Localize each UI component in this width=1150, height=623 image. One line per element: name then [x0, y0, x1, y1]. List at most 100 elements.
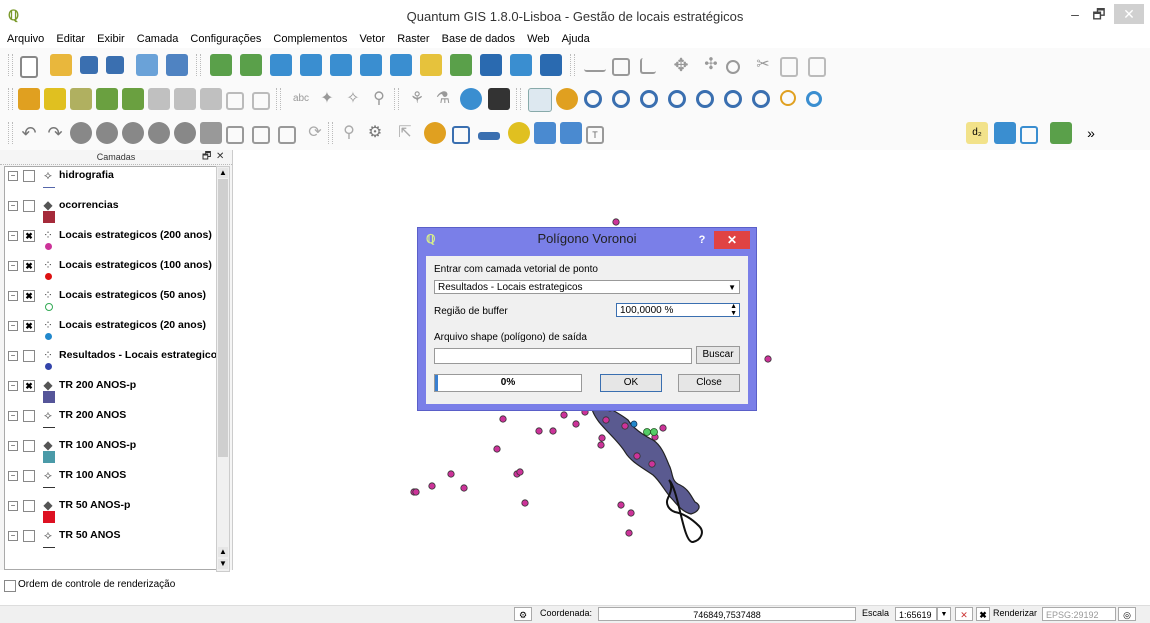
layer-visibility-checkbox[interactable]: ✖ [23, 320, 35, 332]
save-project-icon[interactable] [80, 56, 98, 74]
layer-visibility-checkbox[interactable] [23, 350, 35, 362]
label-tool-icon[interactable]: abc [290, 88, 312, 110]
plugin-postgis-icon[interactable] [994, 122, 1016, 144]
digitize-tool-5-icon[interactable] [174, 122, 196, 144]
text-annotation-icon[interactable]: T [586, 126, 604, 144]
move-feature-icon[interactable]: ✥ [670, 54, 692, 76]
layer-visibility-checkbox[interactable] [23, 200, 35, 212]
collapse-icon[interactable]: − [8, 441, 18, 451]
run-feature-action-icon[interactable]: ⚙ [364, 122, 386, 144]
composer-manager-icon[interactable] [166, 54, 188, 76]
layer-visibility-checkbox[interactable] [23, 410, 35, 422]
menu-web[interactable]: Web [527, 30, 549, 48]
layer-item[interactable]: − ◆ TR 50 ANOS-p [5, 497, 215, 527]
scroll-thumb[interactable] [218, 179, 228, 457]
digitize-tool-2-icon[interactable] [96, 122, 118, 144]
mouse-pointer-icon[interactable]: ⚙ [514, 607, 532, 621]
digitize-tool-1-icon[interactable] [70, 122, 92, 144]
print-composer-icon[interactable] [136, 54, 158, 76]
output-file-input[interactable] [434, 348, 692, 364]
new-spatialite-layer-icon[interactable] [510, 54, 532, 76]
pin-labels-icon[interactable]: ✦ [316, 88, 338, 110]
identify-features-icon[interactable]: ⚲ [338, 122, 360, 144]
collapse-icon[interactable]: − [8, 351, 18, 361]
layer-visibility-checkbox[interactable] [23, 530, 35, 542]
digitize-tool-9-icon[interactable] [278, 126, 296, 144]
scroll-down-icon[interactable]: ▼ [218, 559, 228, 569]
zoom-in-icon[interactable] [584, 90, 602, 108]
toolbar-grip[interactable] [196, 54, 201, 76]
layer-item[interactable]: − ◆ TR 100 ANOS-p [5, 437, 215, 467]
layer-item[interactable]: − ✖ ⁘ Locais estrategicos (50 anos) [5, 287, 215, 317]
select-features-icon[interactable]: ⇱ [394, 122, 416, 144]
new-project-icon[interactable] [20, 56, 38, 78]
layer-tool-icon[interactable] [70, 88, 92, 110]
add-postgis-layer-icon[interactable] [270, 54, 292, 76]
layer-visibility-checkbox[interactable] [23, 500, 35, 512]
pan-map-icon[interactable] [528, 88, 552, 112]
add-delimited-text-icon[interactable] [450, 54, 472, 76]
menu-base-de-dados[interactable]: Base de dados [442, 30, 515, 48]
collapse-icon[interactable]: − [8, 471, 18, 481]
zoom-out-icon[interactable] [612, 90, 630, 108]
toolbar-grip[interactable] [276, 88, 281, 110]
scale-value[interactable]: 1:65619 [895, 607, 937, 621]
delete-selected-icon[interactable] [726, 60, 740, 74]
deselect-features-icon[interactable] [424, 122, 446, 144]
digitize-tool-10-icon[interactable]: ⟳ [304, 122, 326, 144]
menu-camada[interactable]: Camada [137, 30, 179, 48]
layers-scrollbar[interactable]: ▲ ▲ ▼ [216, 166, 230, 572]
menu-complementos[interactable]: Complementos [273, 30, 347, 48]
plugin-vector-icon[interactable] [1020, 126, 1038, 144]
layer-item[interactable]: − ⟡ TR 100 ANOS [5, 467, 215, 497]
vector-tool-6-icon[interactable] [226, 92, 244, 110]
attribute-table-icon[interactable] [452, 126, 470, 144]
scroll-up-icon[interactable]: ▲ [218, 547, 228, 557]
measure-line-icon[interactable] [478, 132, 500, 140]
layer-item[interactable]: − ⟡ TR 200 ANOS [5, 407, 215, 437]
toolbar-grip[interactable] [516, 88, 521, 110]
layer-visibility-checkbox[interactable] [23, 170, 35, 182]
cut-features-icon[interactable]: ✂ [752, 54, 774, 76]
layer-visibility-checkbox[interactable] [23, 470, 35, 482]
messages-icon[interactable]: ◎ [1118, 607, 1136, 621]
vector-tool-4-icon[interactable] [174, 88, 196, 110]
add-wcs-layer-icon[interactable] [390, 54, 412, 76]
add-spatialite-layer-icon[interactable] [300, 54, 322, 76]
vector-tool-5-icon[interactable] [200, 88, 222, 110]
redo-icon[interactable]: ↷ [44, 122, 66, 144]
minimize-button[interactable]: – [1064, 4, 1086, 24]
zoom-last-icon[interactable] [752, 90, 770, 108]
vector-tool-1-icon[interactable] [96, 88, 118, 110]
raster-tool-3-icon[interactable] [488, 88, 510, 110]
collapse-icon[interactable]: − [8, 261, 18, 271]
new-bookmark-icon[interactable] [534, 122, 556, 144]
toggle-editing-icon[interactable] [584, 60, 606, 72]
toolbar-grip[interactable] [8, 54, 13, 76]
zoom-to-selection-icon[interactable] [668, 90, 686, 108]
scale-dropdown-icon[interactable]: ▼ [937, 607, 951, 621]
layer-item[interactable]: − ✖ ◆ TR 200 ANOS-p [5, 377, 215, 407]
stop-rendering-icon[interactable]: ✕ [955, 607, 973, 621]
add-wms-layer-icon[interactable] [360, 54, 382, 76]
remove-layer-icon[interactable] [540, 54, 562, 76]
layer-item[interactable]: − ✖ ⁘ Locais estrategicos (200 anos) [5, 227, 215, 257]
menu-raster[interactable]: Raster [397, 30, 429, 48]
crs-status[interactable]: EPSG:29192 [1042, 607, 1116, 621]
toolbar-grip[interactable] [8, 122, 13, 144]
coordinate-value[interactable]: 746849,7537488 [598, 607, 856, 621]
layer-visibility-checkbox[interactable]: ✖ [23, 230, 35, 242]
add-mssql-layer-icon[interactable] [330, 54, 352, 76]
toolbar-grip[interactable] [570, 54, 575, 76]
restore-button[interactable]: 🗗 [1088, 4, 1110, 24]
vector-tool-7-icon[interactable] [252, 92, 270, 110]
show-bookmarks-icon[interactable] [560, 122, 582, 144]
show-hide-labels-icon[interactable]: ⚲ [368, 88, 390, 110]
collapse-icon[interactable]: − [8, 171, 18, 181]
collapse-icon[interactable]: − [8, 381, 18, 391]
digitize-tool-6-icon[interactable] [200, 122, 222, 144]
vector-tool-2-icon[interactable] [122, 88, 144, 110]
menu-configuracoes[interactable]: Configurações [190, 30, 261, 48]
buffer-spinbox[interactable]: 100,0000 % ▲ ▼ [616, 303, 740, 317]
star-layer-icon[interactable] [44, 88, 66, 110]
